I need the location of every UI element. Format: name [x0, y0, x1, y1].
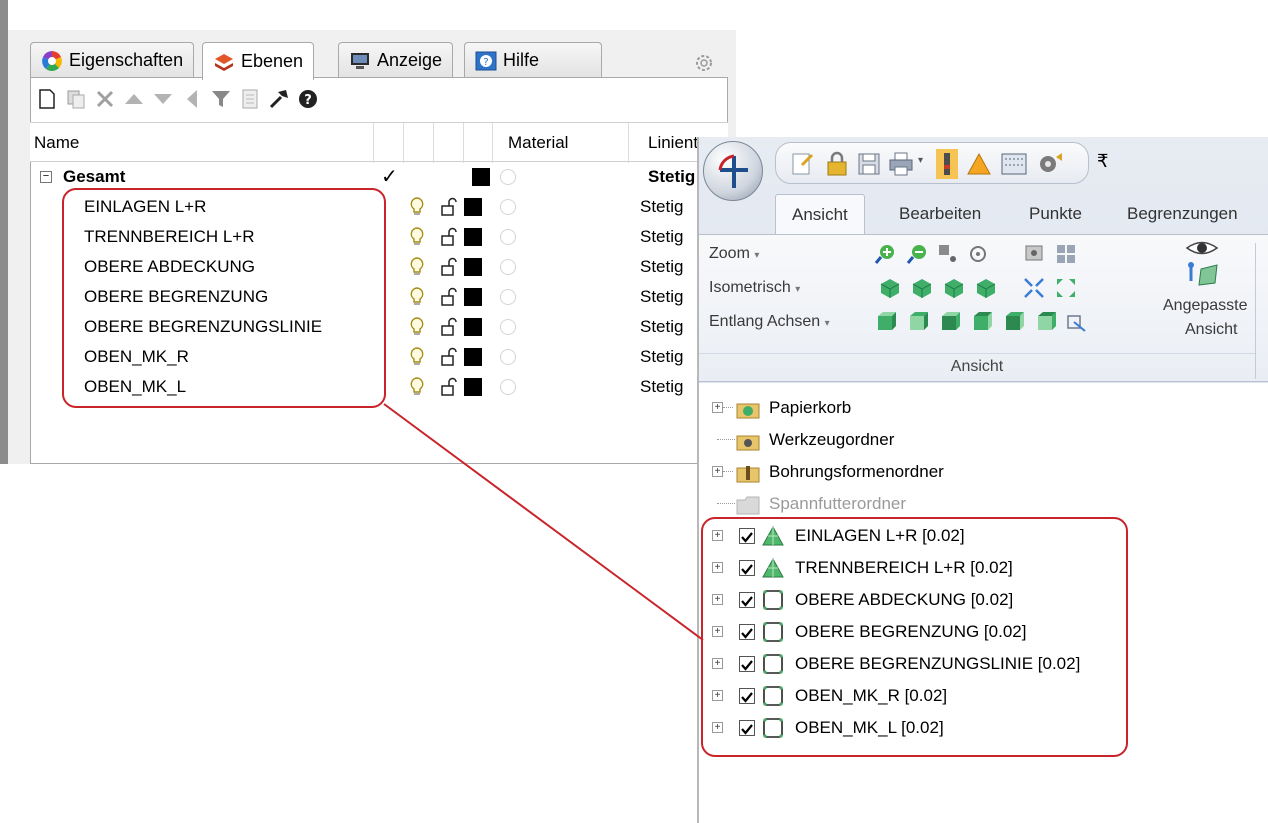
tab-ebenen[interactable]: Ebenen	[202, 42, 315, 80]
layers-icon	[215, 53, 233, 71]
tab-label: Ebenen	[241, 51, 304, 71]
callout-connector-line	[383, 403, 704, 641]
